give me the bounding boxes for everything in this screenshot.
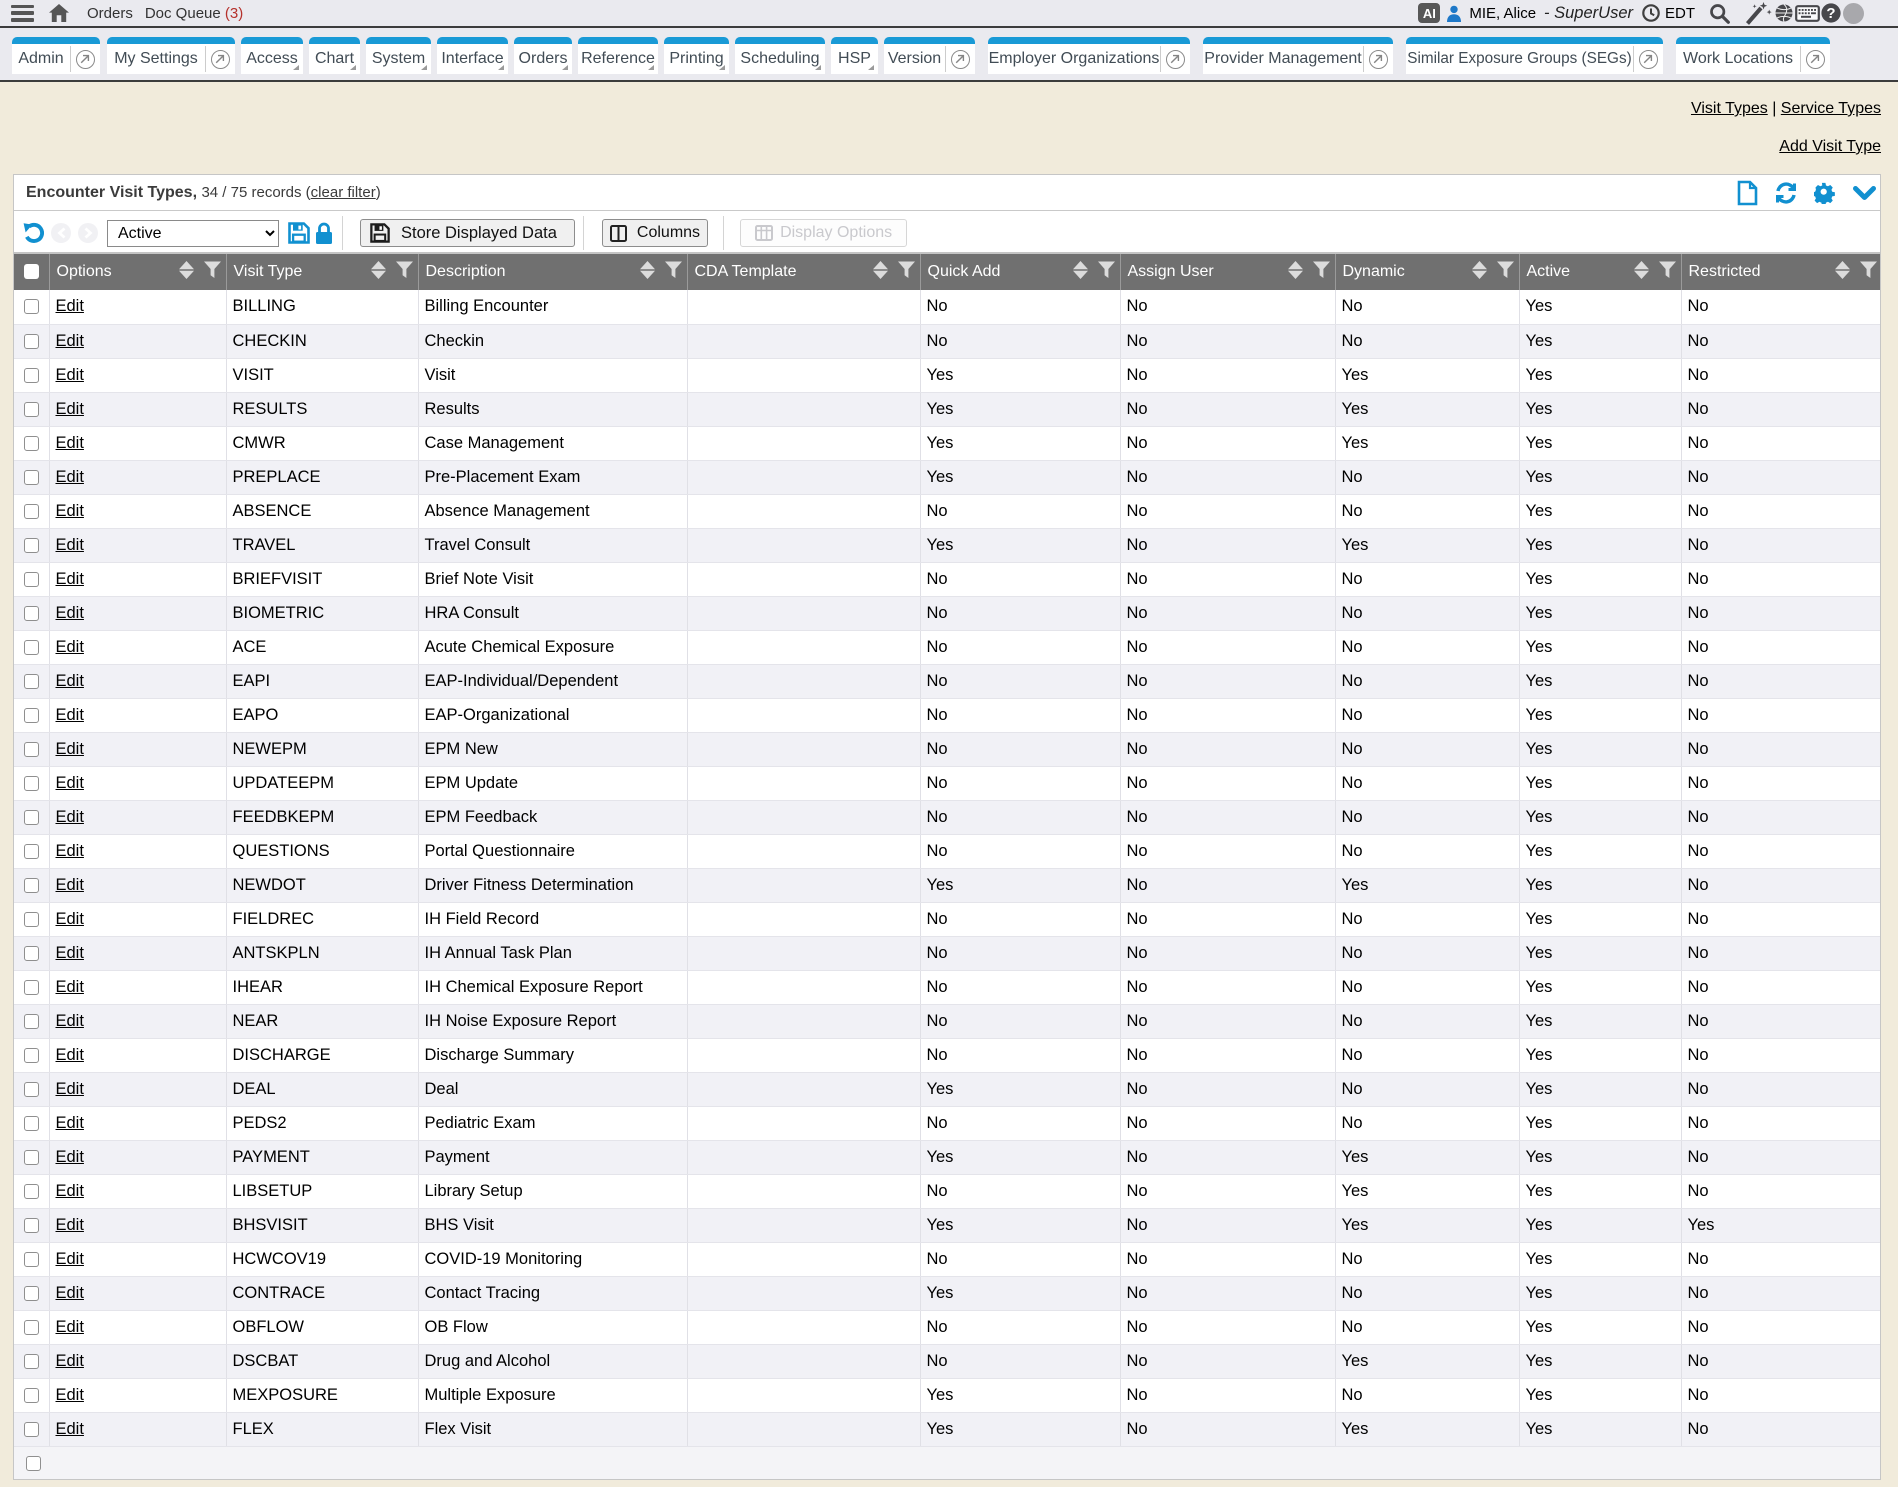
svg-text:?: ?	[1826, 5, 1835, 22]
